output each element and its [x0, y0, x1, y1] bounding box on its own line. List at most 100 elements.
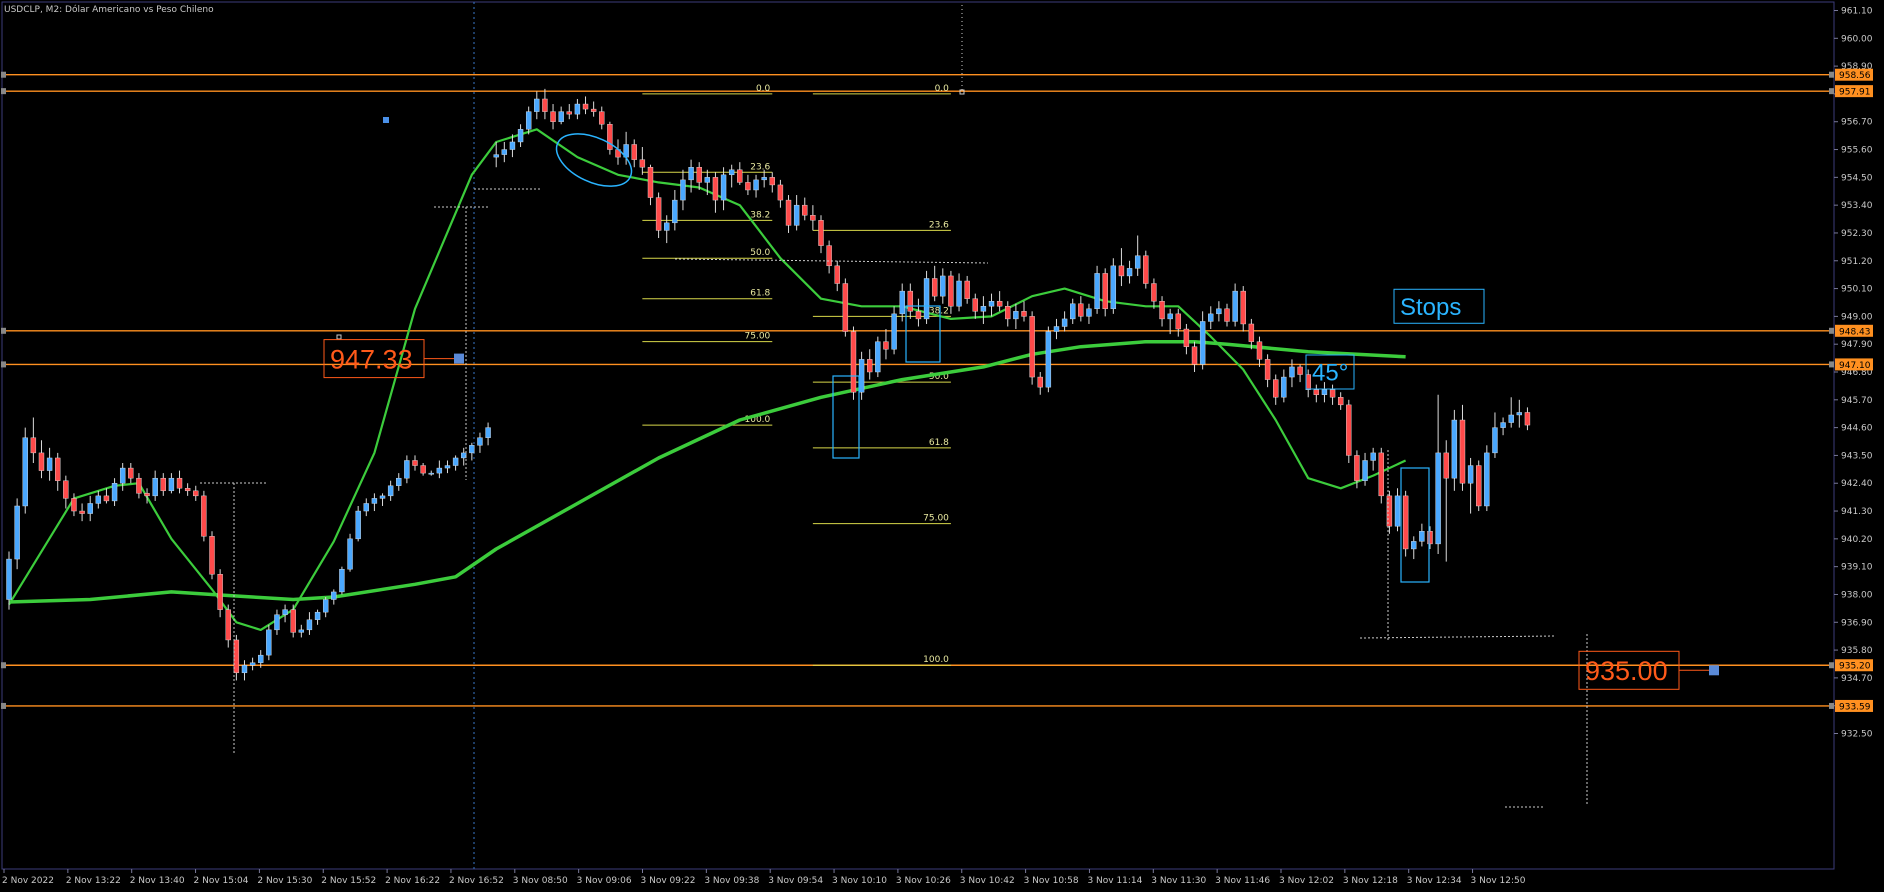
price-axis: 961.10960.00958.90957.80956.70955.60954.…	[1834, 7, 1873, 740]
y-tick-label: 950.10	[1841, 285, 1873, 295]
candle-body	[1484, 452, 1490, 507]
candle-body	[737, 169, 743, 183]
y-tick-label: 960.00	[1841, 34, 1873, 44]
candle-body	[71, 498, 77, 512]
y-tick-label: 944.60	[1841, 424, 1873, 434]
candle-body	[436, 467, 443, 474]
candle-body	[46, 457, 53, 471]
candle-body	[915, 311, 922, 320]
candle-body	[558, 111, 564, 122]
candle-body	[875, 341, 881, 373]
fib-level-label: 61.8	[750, 289, 770, 299]
x-tick-label: 3 Nov 09:22	[641, 876, 696, 886]
candle-body	[428, 472, 434, 475]
candle-body	[1053, 326, 1060, 332]
y-tick-label: 942.40	[1841, 479, 1873, 489]
candle-body	[14, 505, 20, 560]
ma-slow	[8, 339, 1406, 604]
x-tick-label: 3 Nov 08:50	[513, 876, 568, 886]
annotation-label: 935.00	[1585, 656, 1668, 686]
candle-body	[1459, 419, 1466, 484]
candle-body	[1061, 318, 1068, 327]
chart-frame	[1, 1, 1835, 870]
candle-body	[1199, 321, 1206, 365]
fib-level-label: 23.6	[750, 162, 770, 172]
y-tick-label: 956.70	[1841, 118, 1873, 128]
x-tick-label: 3 Nov 12:18	[1343, 876, 1398, 886]
candle-body	[152, 477, 158, 497]
candle-body	[201, 495, 207, 537]
candle-body	[1435, 452, 1441, 545]
candle-body	[225, 609, 231, 641]
candle-body	[761, 177, 767, 181]
candle-body	[590, 108, 597, 112]
annotation-label: 947.33	[330, 344, 413, 374]
candle-body	[282, 609, 288, 615]
candle-body	[525, 111, 532, 130]
candle-body	[379, 495, 386, 499]
candle-body	[1321, 389, 1328, 395]
x-tick-label: 2 Nov 13:40	[130, 876, 185, 886]
y-tick-label: 935.80	[1841, 646, 1873, 656]
candle-body	[1362, 460, 1368, 481]
candle-body	[298, 629, 305, 633]
fib-level-label: 0.0	[935, 84, 950, 94]
candle-body	[87, 503, 93, 514]
candle-body	[1524, 412, 1531, 426]
candle-body	[745, 182, 751, 191]
candle-body	[753, 179, 759, 191]
x-tick-label: 2 Nov 2022	[2, 876, 54, 886]
candle-body	[1443, 452, 1449, 479]
anchor-marker	[336, 334, 342, 340]
candle-body	[160, 477, 166, 492]
candle-body	[672, 199, 678, 224]
price-label: 957.91	[1839, 88, 1871, 98]
candle-body	[1354, 455, 1360, 481]
candle-body	[241, 665, 248, 674]
candlesticks	[6, 88, 1531, 681]
y-tick-label: 949.00	[1841, 312, 1873, 322]
candle-body	[404, 460, 410, 479]
x-tick-label: 3 Nov 12:02	[1279, 876, 1334, 886]
candle-body	[79, 510, 85, 514]
candle-body	[1248, 323, 1255, 342]
fib-level-label: 50.0	[750, 248, 770, 258]
candle-body	[469, 445, 475, 454]
candle-body	[842, 283, 849, 332]
candle-body	[1029, 316, 1035, 378]
candle-body	[631, 144, 637, 160]
candle-body	[217, 574, 223, 610]
candle-body	[1492, 427, 1498, 454]
line-handle	[1, 71, 6, 78]
candle-body	[1476, 465, 1482, 507]
candle-body	[1411, 541, 1417, 550]
candle-body	[1208, 313, 1214, 322]
candle-body	[1175, 313, 1181, 330]
line-handle	[1829, 662, 1834, 669]
candle-body	[396, 477, 402, 486]
candle-body	[1021, 311, 1027, 317]
fib-level-label: 75.00	[745, 332, 771, 342]
candle-body	[655, 197, 662, 231]
candle-body	[412, 460, 418, 466]
candle-body	[1508, 414, 1514, 423]
candle-body	[923, 278, 930, 320]
candle-body	[940, 275, 946, 297]
candle-body	[168, 477, 175, 492]
candle-body	[314, 611, 321, 620]
candle-body	[30, 437, 37, 454]
candle-body	[193, 490, 199, 497]
candle-body	[485, 427, 491, 438]
candle-body	[1289, 366, 1295, 378]
y-tick-label: 938.00	[1841, 590, 1873, 600]
candle-body	[599, 111, 605, 125]
y-tick-label: 943.50	[1841, 451, 1873, 461]
candle-body	[176, 477, 183, 489]
candle-body	[818, 220, 824, 246]
x-tick-label: 3 Nov 12:34	[1407, 876, 1462, 886]
candle-body	[111, 483, 118, 502]
price-label: 958.56	[1839, 71, 1871, 81]
candle-body	[1427, 531, 1433, 545]
drawings	[200, 5, 1588, 808]
candle-body	[347, 538, 353, 570]
